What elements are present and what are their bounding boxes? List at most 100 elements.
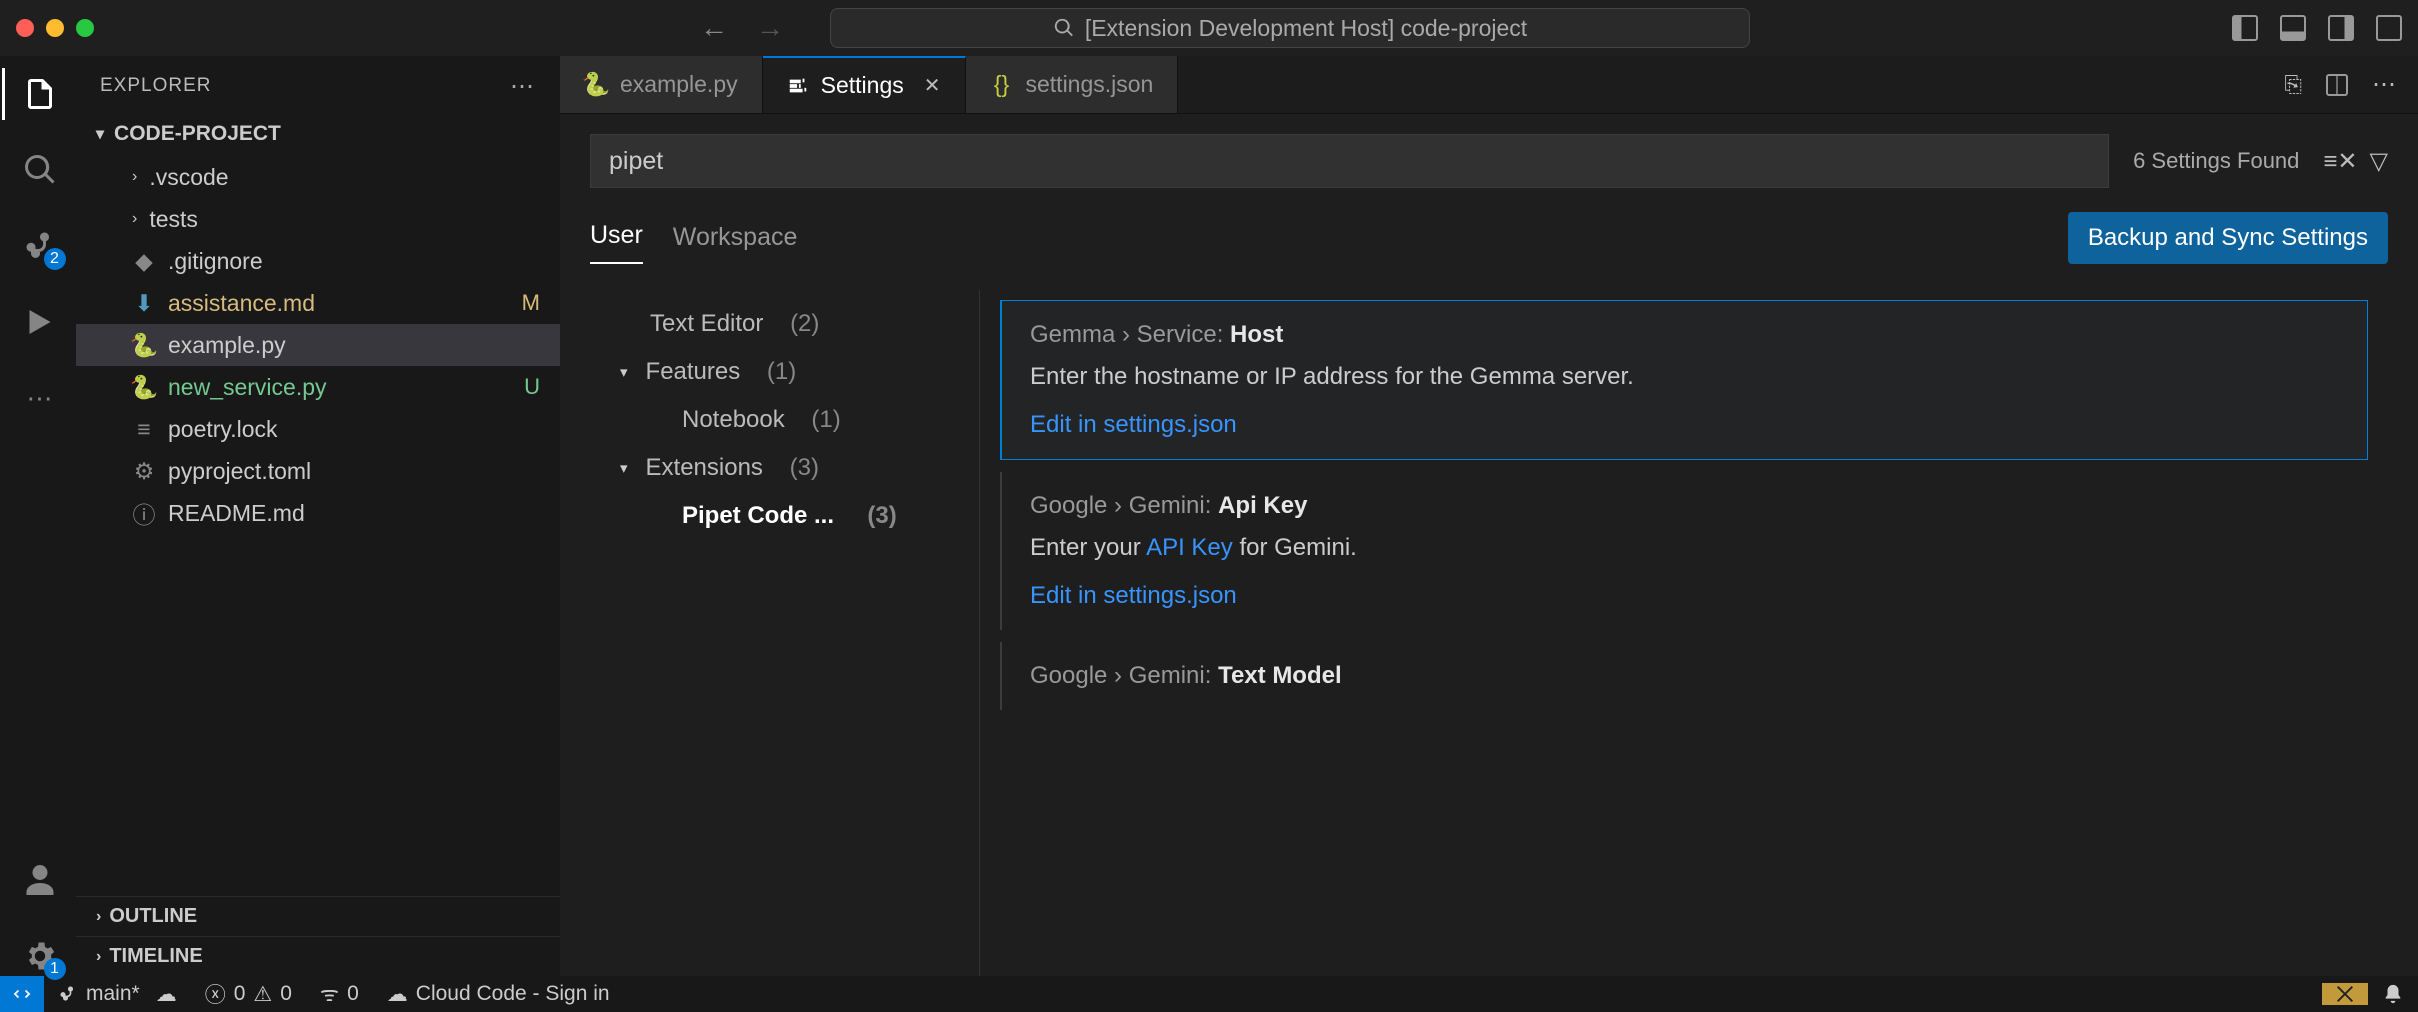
edit-in-json-link[interactable]: Edit in settings.json bbox=[1030, 411, 2339, 439]
tab-example-py[interactable]: 🐍 example.py bbox=[560, 56, 763, 113]
scope-workspace-tab[interactable]: Workspace bbox=[673, 223, 798, 264]
split-editor-icon[interactable] bbox=[2326, 74, 2348, 96]
window-zoom-icon[interactable] bbox=[76, 19, 94, 37]
outline-section[interactable]: ›OUTLINE bbox=[76, 896, 560, 936]
sidebar-title: EXPLORER bbox=[100, 75, 211, 97]
info-icon: ⓘ bbox=[132, 496, 156, 530]
cloud-code[interactable]: ☁Cloud Code - Sign in bbox=[373, 982, 624, 1007]
search-icon bbox=[1053, 17, 1075, 39]
customize-layout-icon[interactable] bbox=[2376, 15, 2402, 41]
settings-search-input[interactable] bbox=[590, 134, 2109, 188]
toc-text-editor[interactable]: Text Editor (2) bbox=[590, 300, 979, 348]
python-icon: 🐍 bbox=[584, 71, 608, 98]
command-center[interactable]: [Extension Development Host] code-projec… bbox=[830, 8, 1750, 48]
editor-group: 🐍 example.py Settings ✕ {} settings.json… bbox=[560, 56, 2418, 976]
toc-features[interactable]: ▾Features (1) bbox=[590, 348, 979, 396]
tab-settings-json[interactable]: {} settings.json bbox=[966, 56, 1179, 113]
timeline-section[interactable]: ›TIMELINE bbox=[76, 936, 560, 976]
file-icon: ◆ bbox=[132, 248, 156, 275]
file-poetry-lock[interactable]: ≡poetry.lock bbox=[76, 408, 560, 450]
layout-primary-sidebar-icon[interactable] bbox=[2232, 15, 2258, 41]
activity-bar: 2 ⋯ 1 bbox=[0, 56, 76, 976]
chevron-down-icon: ▾ bbox=[96, 124, 104, 144]
file-new-service-py[interactable]: 🐍new_service.pyU bbox=[76, 366, 560, 408]
folder-name: CODE-PROJECT bbox=[114, 122, 281, 146]
settings-found-count: 6 Settings Found bbox=[2123, 148, 2309, 174]
chevron-down-icon: ▾ bbox=[620, 363, 628, 381]
setting-google-gemini-textmodel[interactable]: Google › Gemini: Text Model bbox=[1000, 642, 2368, 710]
sidebar-more-icon[interactable]: ⋯ bbox=[510, 72, 536, 101]
live-share-icon[interactable] bbox=[2322, 983, 2368, 1005]
chevron-right-icon: › bbox=[132, 168, 137, 186]
modified-badge: M bbox=[522, 290, 540, 316]
command-center-text: [Extension Development Host] code-projec… bbox=[1085, 15, 1527, 42]
toc-extensions[interactable]: ▾Extensions (3) bbox=[590, 444, 979, 492]
file-gitignore[interactable]: ◆.gitignore bbox=[76, 240, 560, 282]
remote-indicator[interactable] bbox=[0, 976, 44, 1012]
nav-back-icon[interactable]: ← bbox=[700, 12, 728, 44]
open-json-icon[interactable]: ⎘ bbox=[2284, 72, 2302, 98]
untracked-badge: U bbox=[524, 374, 540, 400]
scope-user-tab[interactable]: User bbox=[590, 221, 643, 264]
nav-forward-icon[interactable]: → bbox=[756, 12, 784, 44]
git-branch[interactable]: main* ☁ bbox=[44, 982, 191, 1007]
ports[interactable]: ᯤ0 bbox=[306, 980, 373, 1008]
folder-tests[interactable]: ›tests bbox=[76, 198, 560, 240]
setting-google-gemini-apikey[interactable]: Google › Gemini: Api Key Enter your API … bbox=[1000, 472, 2368, 630]
sliders-icon bbox=[787, 75, 809, 97]
file-readme-md[interactable]: ⓘREADME.md bbox=[76, 492, 560, 534]
activity-accounts-icon[interactable] bbox=[20, 860, 60, 900]
activity-search-icon[interactable] bbox=[20, 150, 60, 190]
settings-toc: Text Editor (2) ▾Features (1) Notebook (… bbox=[590, 290, 980, 976]
python-icon: 🐍 bbox=[132, 332, 156, 359]
activity-explorer-icon[interactable] bbox=[20, 74, 60, 114]
chevron-down-icon: ▾ bbox=[620, 459, 628, 477]
tab-settings[interactable]: Settings ✕ bbox=[763, 56, 966, 113]
titlebar: ← → [Extension Development Host] code-pr… bbox=[0, 0, 2418, 56]
radio-icon: ᯤ bbox=[320, 980, 339, 1008]
markdown-icon: ⬇ bbox=[132, 290, 156, 317]
gear-icon: ⚙ bbox=[132, 458, 156, 485]
toc-notebook[interactable]: Notebook (1) bbox=[590, 396, 979, 444]
editor-more-icon[interactable]: ⋯ bbox=[2372, 70, 2396, 99]
python-icon: 🐍 bbox=[132, 374, 156, 401]
layout-panel-icon[interactable] bbox=[2280, 15, 2306, 41]
activity-more-icon[interactable]: ⋯ bbox=[20, 378, 60, 418]
clear-search-icon[interactable]: ≡✕ bbox=[2323, 147, 2357, 176]
file-assistance-md[interactable]: ⬇assistance.mdM bbox=[76, 282, 560, 324]
scm-badge: 2 bbox=[44, 248, 66, 270]
warning-icon: ⚠ bbox=[253, 982, 272, 1007]
activity-run-debug-icon[interactable] bbox=[20, 302, 60, 342]
window-close-icon[interactable] bbox=[16, 19, 34, 37]
chevron-right-icon: › bbox=[96, 908, 101, 926]
filter-icon[interactable]: ▽ bbox=[2370, 147, 2388, 176]
folder-vscode[interactable]: ›.vscode bbox=[76, 156, 560, 198]
sync-icon[interactable]: ☁ bbox=[156, 982, 177, 1007]
problems[interactable]: ⓧ0 ⚠0 bbox=[191, 979, 306, 1009]
settings-list: ⚙ Gemma › Service: Host Enter the hostna… bbox=[980, 290, 2388, 976]
close-icon[interactable]: ✕ bbox=[924, 73, 941, 98]
editor-tabs: 🐍 example.py Settings ✕ {} settings.json… bbox=[560, 56, 2418, 114]
activity-manage-icon[interactable]: 1 bbox=[20, 936, 60, 976]
notifications-icon[interactable] bbox=[2368, 983, 2418, 1005]
json-icon: {} bbox=[990, 71, 1014, 98]
window-minimize-icon[interactable] bbox=[46, 19, 64, 37]
manage-badge: 1 bbox=[44, 958, 66, 980]
chevron-right-icon: › bbox=[96, 948, 101, 966]
toc-pipet-code[interactable]: Pipet Code ... (3) bbox=[590, 492, 979, 540]
explorer-sidebar: EXPLORER ⋯ ▾ CODE-PROJECT ›.vscode ›test… bbox=[76, 56, 560, 976]
chevron-right-icon: › bbox=[132, 210, 137, 228]
edit-in-json-link[interactable]: Edit in settings.json bbox=[1030, 582, 2340, 610]
folder-header[interactable]: ▾ CODE-PROJECT bbox=[76, 116, 560, 152]
file-pyproject-toml[interactable]: ⚙pyproject.toml bbox=[76, 450, 560, 492]
file-example-py[interactable]: 🐍example.py bbox=[76, 324, 560, 366]
backup-sync-button[interactable]: Backup and Sync Settings bbox=[2068, 212, 2388, 264]
file-icon: ≡ bbox=[132, 416, 156, 443]
api-key-link[interactable]: API Key bbox=[1146, 534, 1233, 561]
window-controls bbox=[16, 19, 94, 37]
activity-source-control-icon[interactable]: 2 bbox=[20, 226, 60, 266]
statusbar: main* ☁ ⓧ0 ⚠0 ᯤ0 ☁Cloud Code - Sign in bbox=[0, 976, 2418, 1012]
cloud-icon: ☁ bbox=[387, 982, 408, 1007]
layout-secondary-sidebar-icon[interactable] bbox=[2328, 15, 2354, 41]
setting-gemma-host[interactable]: ⚙ Gemma › Service: Host Enter the hostna… bbox=[1000, 300, 2368, 460]
